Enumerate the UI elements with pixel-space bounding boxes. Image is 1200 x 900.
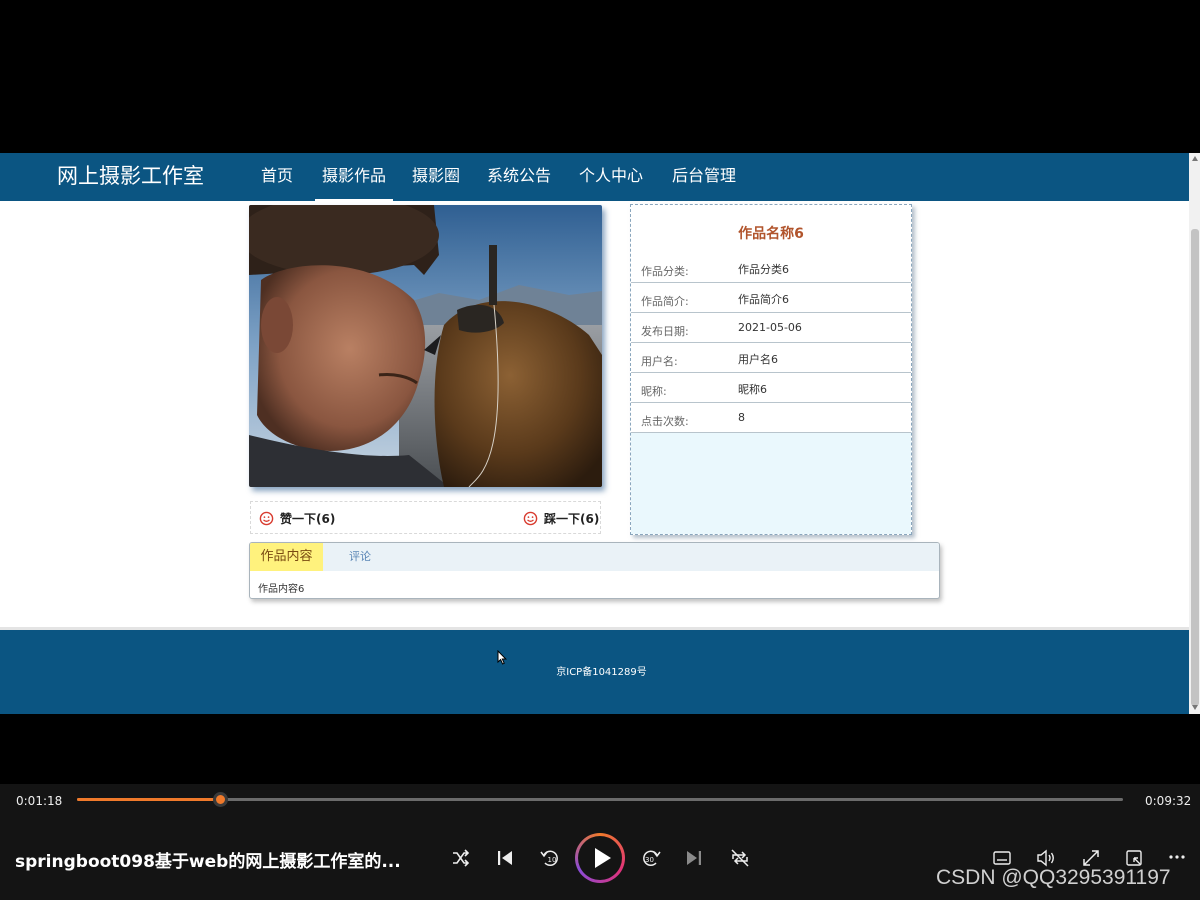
scrollbar-thumb[interactable] (1191, 229, 1199, 706)
volume-icon[interactable] (1036, 848, 1056, 868)
progress-knob[interactable] (212, 792, 228, 807)
navbar: 网上摄影工作室 首页 摄影作品 摄影圈 系统公告 个人中心 后台管理 (0, 153, 1189, 202)
dislike-button[interactable]: 踩一下(6) (523, 510, 599, 527)
info-label: 作品简介: (641, 295, 689, 308)
info-row-clicks: 点击次数: 8 (631, 403, 911, 433)
dislike-label: 踩一下(6) (544, 512, 600, 526)
work-content-text: 作品内容6 (258, 584, 305, 595)
previous-icon[interactable] (496, 848, 514, 868)
rewind-10-icon[interactable]: 10 (539, 847, 561, 869)
footer: 京ICP备1041289号 (0, 630, 1189, 714)
info-value: 作品简介6 (738, 293, 789, 306)
info-label: 点击次数: (641, 415, 689, 428)
repeat-off-icon[interactable] (729, 847, 751, 869)
shuffle-icon[interactable] (451, 848, 471, 868)
work-photo (249, 205, 602, 487)
nav-item-profile[interactable]: 个人中心 (579, 165, 643, 187)
info-row-intro: 作品简介: 作品简介6 (631, 283, 911, 313)
info-label: 昵称: (641, 385, 667, 398)
more-options-icon[interactable] (1168, 853, 1186, 861)
total-time: 0:09:32 (1145, 794, 1192, 808)
info-label: 作品分类: (641, 265, 689, 278)
work-info-card: 作品名称6 作品分类: 作品分类6 作品简介: 作品简介6 发布日期: 2021… (630, 204, 912, 535)
tab-comment[interactable]: 评论 (349, 543, 371, 571)
screen: 网上摄影工作室 首页 摄影作品 摄影圈 系统公告 个人中心 后台管理 赞一下(6… (0, 0, 1200, 900)
subtitles-icon[interactable] (992, 849, 1012, 867)
work-title: 作品名称6 (738, 226, 804, 242)
tab-strip: 作品内容 评论 (250, 543, 939, 571)
info-row-nickname: 昵称: 昵称6 (631, 373, 911, 403)
progress-track[interactable] (77, 792, 1123, 807)
progress-fill (77, 798, 220, 801)
fullscreen-icon[interactable] (1081, 848, 1101, 868)
info-label: 发布日期: (641, 325, 689, 338)
info-value: 用户名6 (738, 353, 778, 366)
info-row-username: 用户名: 用户名6 (631, 343, 911, 373)
forward-30-icon[interactable]: 30 (640, 847, 662, 869)
video-player-bar: 0:01:18 0:09:32 springboot098基于web的网上摄影工… (0, 784, 1200, 900)
current-time: 0:01:18 (16, 794, 63, 808)
video-title: springboot098基于web的网上摄影工作室的... (15, 852, 401, 872)
nav-item-notice[interactable]: 系统公告 (487, 165, 551, 187)
info-row-date: 发布日期: 2021-05-06 (631, 313, 911, 343)
info-value: 作品分类6 (738, 263, 789, 276)
info-card-fill (631, 433, 911, 534)
nav-item-admin[interactable]: 后台管理 (672, 165, 736, 187)
info-label: 用户名: (641, 355, 678, 368)
webpage: 网上摄影工作室 首页 摄影作品 摄影圈 系统公告 个人中心 后台管理 赞一下(6… (0, 153, 1200, 714)
work-info-table: 作品分类: 作品分类6 作品简介: 作品简介6 发布日期: 2021-05-06… (631, 253, 911, 433)
smile-icon (259, 511, 274, 526)
content-panel: 作品内容 评论 作品内容6 (249, 542, 940, 599)
info-value: 昵称6 (738, 383, 767, 396)
svg-text:10: 10 (548, 856, 557, 864)
like-button[interactable]: 赞一下(6) (259, 510, 335, 527)
nav-item-circle[interactable]: 摄影圈 (412, 165, 460, 187)
watermark: CSDN @QQ3295391197 (936, 866, 1171, 889)
mouse-cursor-icon (497, 650, 507, 665)
smile-icon (523, 511, 538, 526)
scroll-up-arrow-icon[interactable] (1192, 156, 1198, 161)
info-row-category: 作品分类: 作品分类6 (631, 253, 911, 283)
info-value: 8 (738, 411, 745, 424)
info-value: 2021-05-06 (738, 321, 802, 334)
play-icon (578, 836, 622, 880)
icp-text: 京ICP备1041289号 (556, 667, 647, 678)
svg-text:30: 30 (645, 856, 654, 864)
tab-work-content[interactable]: 作品内容 (250, 543, 323, 571)
scroll-down-arrow-icon[interactable] (1192, 705, 1198, 710)
nav-item-home[interactable]: 首页 (261, 165, 293, 187)
nav-item-works[interactable]: 摄影作品 (314, 165, 394, 202)
play-button[interactable] (575, 833, 625, 883)
mini-player-icon[interactable] (1124, 848, 1144, 868)
next-icon[interactable] (685, 848, 703, 868)
site-title: 网上摄影工作室 (57, 164, 204, 188)
vote-bar: 赞一下(6) 踩一下(6) (250, 501, 601, 534)
like-label: 赞一下(6) (280, 512, 336, 526)
